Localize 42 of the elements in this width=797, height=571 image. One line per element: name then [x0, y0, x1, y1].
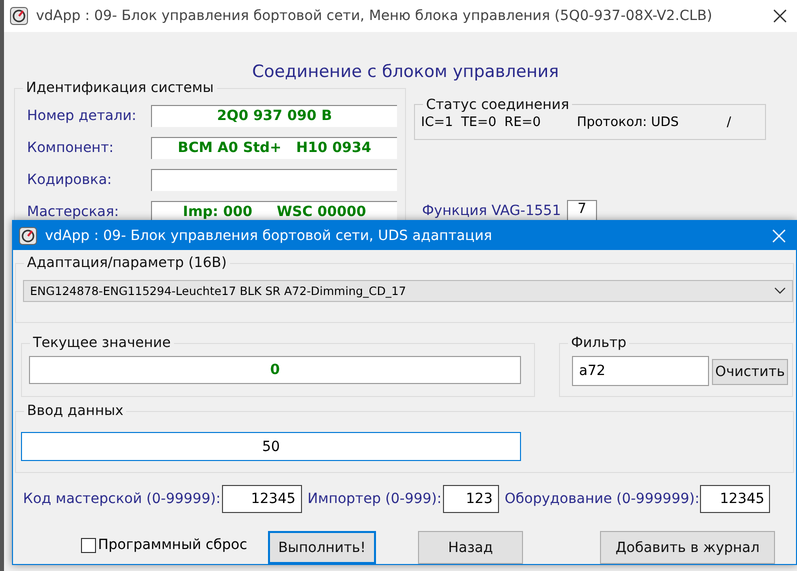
dialog-title: vdApp : 09- Блок управления бортовой сети, UDS адаптация [45, 228, 494, 244]
status-text: TE=0 [461, 115, 496, 130]
checkbox-label[interactable]: Программный сброс [98, 537, 248, 553]
value-field: 2Q0 937 090 B [151, 105, 397, 127]
parameter-dropdown[interactable]: ENG124878-ENG115294-Leuchte17 BLK SR A72-Dimming_CD_17 [23, 280, 793, 302]
chevron-down-icon [774, 287, 786, 295]
status-indicator: / [726, 115, 732, 130]
field-label: Кодировка: [27, 172, 113, 188]
group-title: Фильтр [568, 335, 630, 351]
dialog-button[interactable]: Добавить в журнал [600, 531, 775, 564]
value-field: 7 [567, 200, 597, 222]
close-icon[interactable] [773, 9, 787, 23]
data-input-field[interactable]: 50 [21, 432, 521, 461]
current-value-field: 0 [29, 356, 521, 384]
code-field[interactable]: 12345 [222, 485, 302, 513]
code-field[interactable]: 123 [442, 485, 499, 513]
field-label: Компонент: [27, 140, 115, 156]
group-title: Адаптация/параметр (16B) [24, 255, 230, 271]
field-label: Оборудование (0-999999): [504, 491, 700, 507]
status-text: IC=1 [421, 115, 454, 130]
field-label: Функция VAG-1551 [422, 203, 561, 219]
group-title: Идентификация системы [23, 80, 217, 96]
field-label: Мастерская: [27, 204, 120, 220]
protocol-text: Протокол: UDS [576, 115, 679, 130]
value-field: BCM A0 Std+ H10 0934 [151, 137, 397, 159]
field-label: Импортер (0-999): [308, 491, 442, 507]
group-title: Ввод данных [24, 403, 126, 419]
clear-button[interactable]: Очистить [712, 359, 788, 385]
code-field[interactable]: 12345 [700, 485, 770, 513]
app-icon [10, 7, 28, 25]
window-title: vdApp : 09- Блок управления бортовой сети, Меню блока управления (5Q0-937-08X-V2.CLB) [36, 8, 714, 24]
dialog-button[interactable]: Выполнить! [268, 531, 376, 564]
filter-field[interactable]: a72 [572, 356, 709, 386]
checkbox[interactable] [81, 538, 96, 552]
group-title: Статус соединения [423, 97, 572, 113]
group-title: Текущее значение [30, 335, 174, 351]
section-heading: Соединение с блоком управления [251, 62, 560, 82]
status-text: RE=0 [504, 115, 541, 130]
dialog-button[interactable]: Назад [418, 531, 523, 564]
field-label: Номер детали: [27, 108, 138, 124]
app-icon [19, 226, 37, 244]
field-label: Код мастерской (0-99999): [23, 491, 221, 507]
